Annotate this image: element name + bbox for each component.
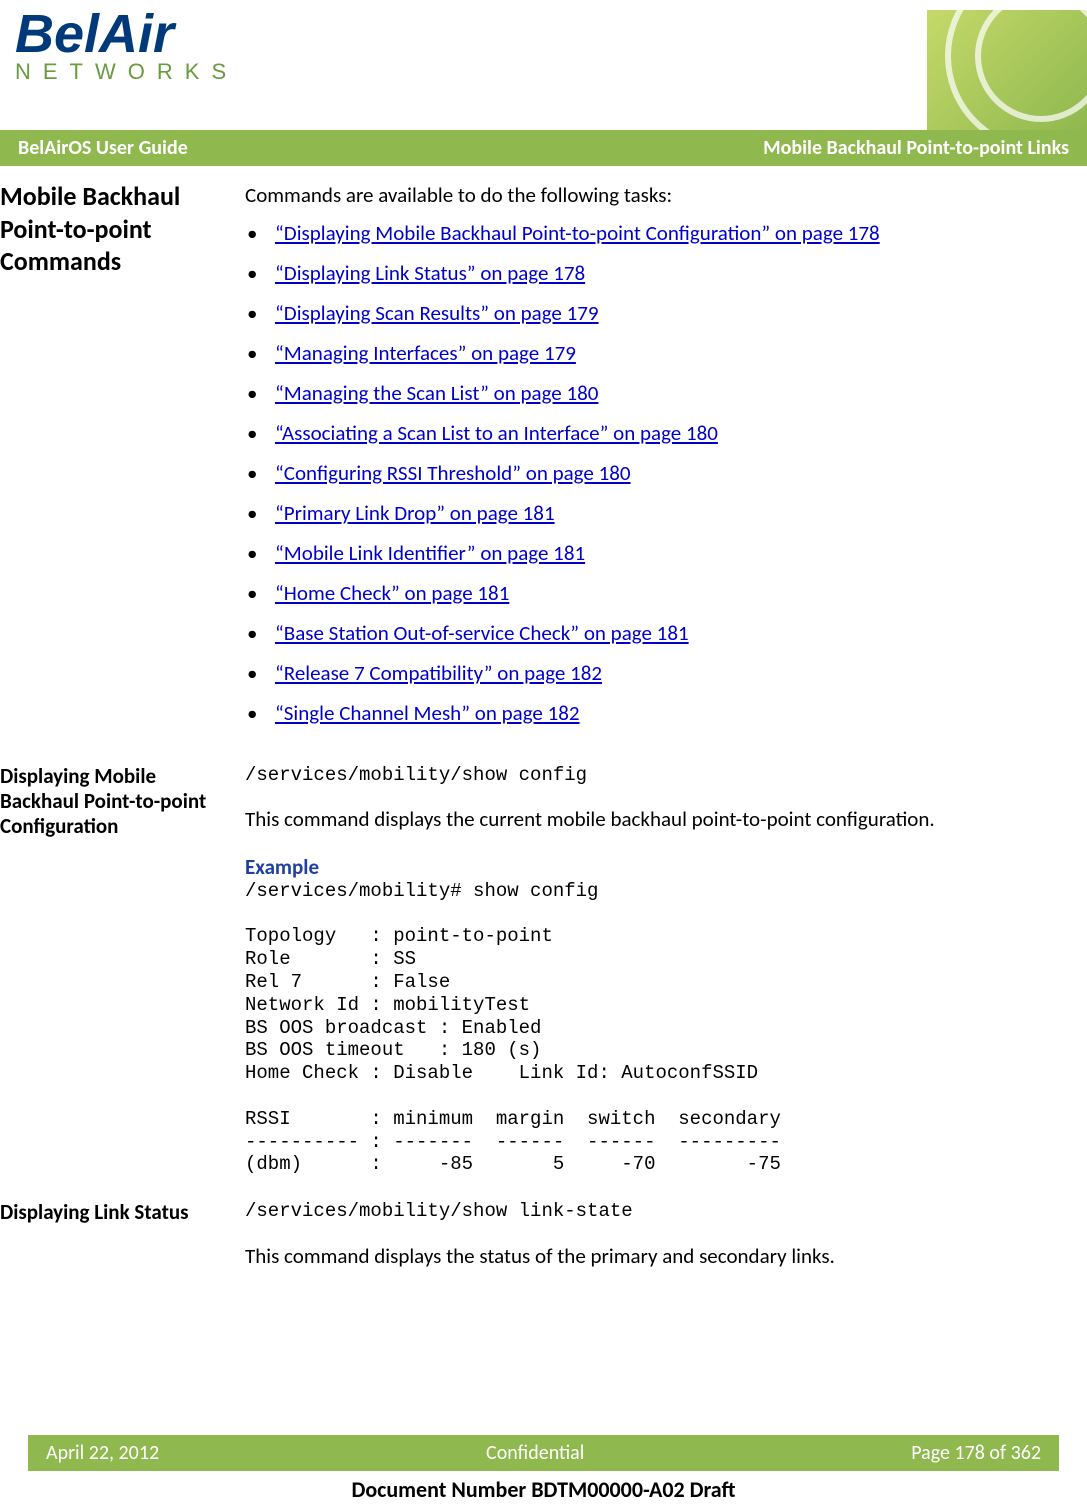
list-item: “Displaying Mobile Backhaul Point-to-poi… (275, 220, 1057, 246)
footer-bar: April 22, 2012 Confidential Page 178 of … (28, 1435, 1059, 1471)
toc-link-list: “Displaying Mobile Backhaul Point-to-poi… (245, 220, 1057, 726)
example-label: Example (245, 854, 1057, 880)
footer-page: Page 178 of 362 (911, 1441, 1041, 1465)
toc-link[interactable]: “Mobile Link Identifier” on page 181 (275, 540, 585, 566)
list-item: “Associating a Scan List to an Interface… (275, 420, 1057, 446)
toc-link[interactable]: “Displaying Link Status” on page 178 (275, 260, 585, 286)
decorative-swirl-icon (927, 10, 1087, 130)
toc-link[interactable]: “Base Station Out-of-service Check” on p… (275, 620, 689, 646)
toc-link[interactable]: “Displaying Scan Results” on page 179 (275, 300, 599, 326)
list-item: “Primary Link Drop” on page 181 (275, 500, 1057, 526)
section-displaying-config: Displaying Mobile Backhaul Point-to-poin… (0, 764, 1087, 1177)
title-bar: BelAirOS User Guide Mobile Backhaul Poin… (0, 130, 1087, 166)
footer-date: April 22, 2012 (46, 1441, 159, 1465)
logo-main-text: BelAir (15, 10, 238, 59)
toc-link[interactable]: “Associating a Scan List to an Interface… (275, 420, 718, 446)
document-number: Document Number BDTM00000-A02 Draft (0, 1476, 1087, 1503)
list-item: “Displaying Link Status” on page 178 (275, 260, 1057, 286)
list-item: “Managing the Scan List” on page 180 (275, 380, 1057, 406)
footer-confidential: Confidential (486, 1441, 584, 1465)
toc-link[interactable]: “Managing the Scan List” on page 180 (275, 380, 598, 406)
toc-link[interactable]: “Primary Link Drop” on page 181 (275, 500, 555, 526)
toc-link[interactable]: “Home Check” on page 181 (275, 580, 509, 606)
intro-text: Commands are available to do the followi… (245, 180, 1057, 212)
chapter-title: Mobile Backhaul Point-to-point Links (763, 136, 1069, 160)
section-link-status: Displaying Link Status /services/mobilit… (0, 1200, 1087, 1280)
list-item: “Displaying Scan Results” on page 179 (275, 300, 1057, 326)
toc-link[interactable]: “Single Channel Mesh” on page 182 (275, 700, 580, 726)
toc-link[interactable]: “Configuring RSSI Threshold” on page 180 (275, 460, 631, 486)
page-header: BelAir NETWORKS (0, 0, 1087, 130)
toc-link[interactable]: “Managing Interfaces” on page 179 (275, 340, 576, 366)
command-description: This command displays the current mobile… (245, 804, 1057, 836)
example-output: /services/mobility# show config Topology… (245, 880, 1057, 1176)
command-syntax: /services/mobility/show config (245, 764, 1057, 787)
list-item: “Base Station Out-of-service Check” on p… (275, 620, 1057, 646)
command-description: This command displays the status of the … (245, 1241, 1057, 1273)
list-item: “Single Channel Mesh” on page 182 (275, 700, 1057, 726)
toc-link[interactable]: “Release 7 Compatibility” on page 182 (275, 660, 602, 686)
list-item: “Mobile Link Identifier” on page 181 (275, 540, 1057, 566)
list-item: “Release 7 Compatibility” on page 182 (275, 660, 1057, 686)
logo-sub-text: NETWORKS (15, 59, 238, 85)
guide-title: BelAirOS User Guide (18, 136, 188, 160)
list-item: “Home Check” on page 181 (275, 580, 1057, 606)
list-item: “Configuring RSSI Threshold” on page 180 (275, 460, 1057, 486)
content-area: Mobile Backhaul Point-to-point Commands … (0, 166, 1087, 740)
section-heading-commands: Mobile Backhaul Point-to-point Commands (0, 180, 227, 278)
toc-link[interactable]: “Displaying Mobile Backhaul Point-to-poi… (275, 220, 880, 246)
brand-logo: BelAir NETWORKS (15, 10, 238, 85)
subsection-heading-config: Displaying Mobile Backhaul Point-to-poin… (0, 764, 227, 840)
list-item: “Managing Interfaces” on page 179 (275, 340, 1057, 366)
command-syntax: /services/mobility/show link-state (245, 1200, 1057, 1223)
subsection-heading-linkstatus: Displaying Link Status (0, 1200, 227, 1225)
